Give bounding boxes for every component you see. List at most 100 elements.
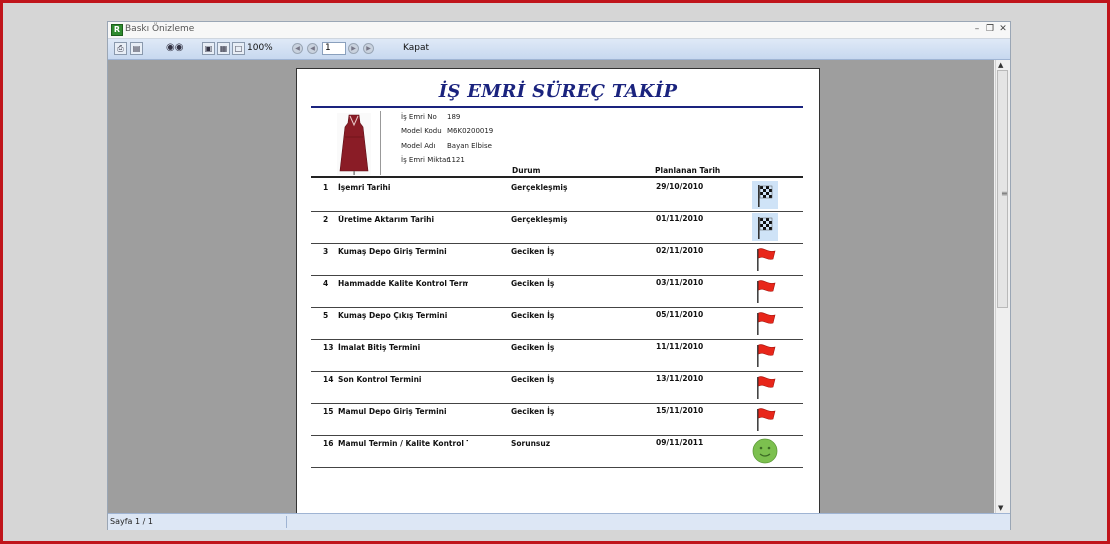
task-name: Kumaş Depo Giriş Termini: [338, 247, 447, 256]
planned-date: 05/11/2010: [656, 310, 704, 319]
status-divider: [286, 516, 287, 528]
red-flag-icon: [752, 277, 778, 305]
report-page: İŞ EMRİ SÜREÇ TAKİP İş Emri No 189 Model…: [296, 68, 820, 513]
info-value: Bayan Elbise: [447, 142, 492, 150]
multi-page-icon[interactable]: ▦: [217, 42, 230, 55]
smiley-face-icon: [752, 437, 778, 465]
next-page-icon[interactable]: ▶: [348, 43, 359, 54]
checkered-flag-icon: [752, 181, 778, 209]
row-number: 5: [323, 311, 329, 320]
info-label: İş Emri No: [401, 113, 437, 121]
row-number: 4: [323, 279, 329, 288]
info-value: 1121: [447, 156, 465, 164]
page-setup-icon[interactable]: ▤: [130, 42, 143, 55]
table-row: 13 İmalat Bitiş Termini Geciken İş 11/11/20…: [311, 339, 803, 372]
planned-date: 13/11/2010: [656, 374, 704, 383]
app-logo-icon: R: [111, 24, 123, 36]
outer-frame: R Baskı Önizleme – ❐ ✕ ⎙ ▤ ◉◉ ▣ ▦ □ 100%…: [0, 0, 1110, 544]
page-info: Sayfa 1 / 1: [110, 517, 153, 526]
maximize-icon[interactable]: ❐: [984, 23, 996, 35]
planned-date: 01/11/2010: [656, 214, 704, 223]
row-number: 1: [323, 183, 329, 192]
table-row: 4 Hammadde Kalite Kontrol Termini Geciken …: [311, 275, 803, 308]
task-status: Gerçekleşmiş: [511, 183, 568, 192]
task-status: Sorunsuz: [511, 439, 551, 448]
table-row: 3 Kumaş Depo Giriş Termini Geciken İş 02/11…: [311, 243, 803, 276]
table-row: 14 Son Kontrol Termini Geciken İş 13/11/201…: [311, 371, 803, 404]
task-status: Geciken İş: [511, 407, 555, 416]
page-number-input[interactable]: 1: [322, 42, 346, 55]
info-label: Model Kodu: [401, 127, 442, 135]
table-row: 2 Üretime Aktarım Tarihi Gerçekleşmiş 01/11…: [311, 211, 803, 244]
task-status: Geciken İş: [511, 343, 555, 352]
planned-date: 15/11/2010: [656, 406, 704, 415]
red-flag-icon: [752, 405, 778, 433]
table-row: 5 Kumaş Depo Çıkış Termini Geciken İş 05/11…: [311, 307, 803, 340]
row-number: 2: [323, 215, 329, 224]
planned-date: 11/11/2010: [656, 342, 704, 351]
window-title: Baskı Önizleme: [125, 24, 195, 34]
red-flag-icon: [752, 245, 778, 273]
planned-date: 03/11/2010: [656, 278, 704, 287]
red-flag-icon: [752, 341, 778, 369]
row-number: 16: [323, 439, 334, 448]
info-label: İş Emri Miktar: [401, 156, 450, 164]
scrollbar-thumb[interactable]: ≡: [997, 70, 1008, 308]
task-name: Mamul Depo Giriş Termini: [338, 407, 447, 416]
task-name: Kumaş Depo Çıkış Termini: [338, 311, 448, 320]
toolbar: ⎙ ▤ ◉◉ ▣ ▦ □ 100% ◀ ◀ 1 ▶ ▶ Kapat: [108, 39, 1010, 60]
row-number: 14: [323, 375, 334, 384]
print-preview-window: R Baskı Önizleme – ❐ ✕ ⎙ ▤ ◉◉ ▣ ▦ □ 100%…: [107, 21, 1011, 530]
table-row: 1 İşemri Tarihi Gerçekleşmiş 29/10/2010: [311, 179, 803, 212]
table-row: 15 Mamul Depo Giriş Termini Geciken İş 15/1…: [311, 403, 803, 436]
row-number: 3: [323, 247, 329, 256]
task-name: Son Kontrol Termini: [338, 375, 422, 384]
column-header-planned-date: Planlanan Tarih: [655, 166, 721, 175]
planned-date: 29/10/2010: [656, 182, 704, 191]
info-label: Model Adı: [401, 142, 436, 150]
task-status: Geciken İş: [511, 279, 555, 288]
task-status: Geciken İş: [511, 247, 555, 256]
single-page-icon[interactable]: ▣: [202, 42, 215, 55]
scroll-down-icon[interactable]: ▼: [998, 504, 1003, 512]
task-name: Hammadde Kalite Kontrol Termini: [338, 279, 468, 288]
task-status: Geciken İş: [511, 311, 555, 320]
red-flag-icon: [752, 373, 778, 401]
status-bar: Sayfa 1 / 1: [108, 513, 1010, 530]
last-page-icon[interactable]: ▶: [363, 43, 374, 54]
previous-page-icon[interactable]: ◀: [307, 43, 318, 54]
zoom-page-icon[interactable]: □: [232, 42, 245, 55]
print-icon[interactable]: ⎙: [114, 42, 127, 55]
title-divider: [311, 106, 803, 108]
task-name: İşemri Tarihi: [338, 183, 391, 192]
header-divider: [311, 176, 803, 178]
checkered-flag-icon: [752, 213, 778, 241]
red-flag-icon: [752, 309, 778, 337]
task-name: Mamul Termin / Kalite Kontrol Tern: [338, 439, 468, 448]
planned-date: 02/11/2010: [656, 246, 704, 255]
task-name: İmalat Bitiş Termini: [338, 343, 421, 352]
scroll-up-icon[interactable]: ▲: [998, 61, 1003, 69]
row-number: 15: [323, 407, 334, 416]
first-page-icon[interactable]: ◀: [292, 43, 303, 54]
close-icon[interactable]: ✕: [997, 23, 1009, 35]
info-divider: [380, 111, 381, 175]
minimize-icon[interactable]: –: [971, 23, 983, 35]
preview-area: İŞ EMRİ SÜREÇ TAKİP İş Emri No 189 Model…: [108, 60, 994, 513]
info-value: M6K0200019: [447, 127, 494, 135]
dress-product-image: [337, 113, 371, 175]
find-binoculars-icon[interactable]: ◉◉: [166, 42, 183, 55]
grip-icon: ≡: [1001, 189, 1008, 198]
row-number: 13: [323, 343, 334, 352]
task-status: Geciken İş: [511, 375, 555, 384]
task-name: Üretime Aktarım Tarihi: [338, 215, 435, 224]
task-status: Gerçekleşmiş: [511, 215, 568, 224]
close-preview-button[interactable]: Kapat: [400, 41, 432, 56]
vertical-scrollbar[interactable]: ▲ ≡ ▼: [995, 60, 1010, 513]
info-value: 189: [447, 113, 461, 121]
zoom-level[interactable]: 100%: [247, 42, 273, 55]
report-title: İŞ EMRİ SÜREÇ TAKİP: [438, 81, 678, 102]
column-header-status: Durum: [512, 166, 541, 175]
title-bar[interactable]: R Baskı Önizleme – ❐ ✕: [108, 22, 1010, 39]
planned-date: 09/11/2011: [656, 438, 704, 447]
